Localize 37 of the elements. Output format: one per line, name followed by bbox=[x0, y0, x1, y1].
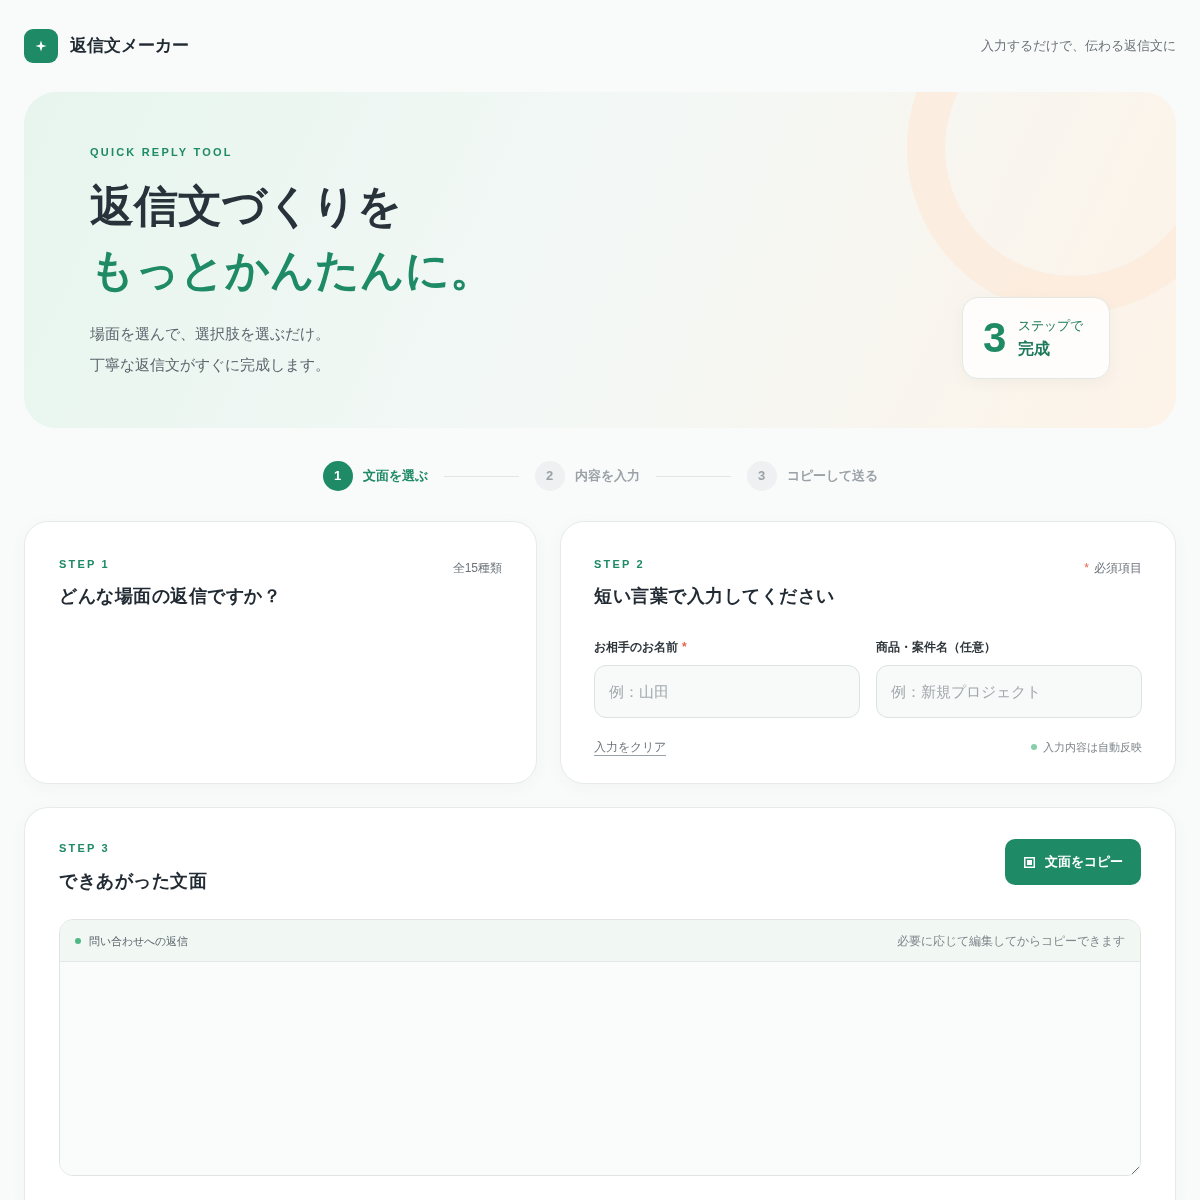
step-number: 1 bbox=[322, 461, 353, 491]
scene-count: 全15種類 bbox=[452, 560, 502, 576]
step-label: STEP 2 bbox=[594, 557, 645, 571]
status-dot-icon bbox=[1031, 744, 1037, 750]
square-icon bbox=[1023, 856, 1035, 868]
card-title: どんな場面の返信ですか？ bbox=[59, 585, 282, 608]
field-label: お相手のお名前 * bbox=[594, 639, 687, 655]
reply-textarea[interactable] bbox=[60, 962, 1140, 1175]
step-label: STEP 1 bbox=[59, 557, 110, 571]
step-number: 2 bbox=[534, 461, 565, 491]
step-number: 3 bbox=[746, 461, 777, 491]
step-label: STEP 3 bbox=[59, 841, 110, 855]
auto-update-note: 入力内容は自動反映 bbox=[1043, 740, 1142, 754]
text-input-field[interactable]: 例：新規プロジェクト bbox=[876, 665, 1142, 718]
card-title: できあがった文面 bbox=[59, 870, 208, 893]
clear-input-link[interactable]: 入力をクリア bbox=[594, 739, 666, 755]
step-name: 文面を選ぶ bbox=[362, 467, 428, 486]
sparkle-icon bbox=[24, 29, 58, 63]
reply-scene-label: 問い合わせへの返信 bbox=[89, 933, 188, 948]
status-dot-icon bbox=[75, 937, 81, 944]
edit-hint: 必要に応じて編集してからコピーできます bbox=[897, 932, 1125, 949]
copy-button[interactable]: 文面をコピー bbox=[1005, 839, 1141, 885]
step-count-caption: ステップで bbox=[1018, 316, 1084, 335]
tagline: 入力するだけで、伝わる返信文に bbox=[981, 37, 1176, 56]
required-note: * 必須項目 bbox=[1084, 560, 1142, 576]
text-input-field[interactable]: 例：山田 bbox=[594, 665, 860, 718]
card-title: 短い言葉で入力してください bbox=[594, 585, 836, 608]
app-title: 返信文メーカー bbox=[70, 35, 189, 58]
hero-title: 返信文づくりを bbox=[90, 180, 402, 232]
hero-title-highlight: もっとかんたんに。 bbox=[90, 244, 494, 296]
step-count-number: 3 bbox=[983, 317, 1007, 359]
step-count-label: 完成 bbox=[1018, 338, 1052, 359]
step-name: コピーして送る bbox=[786, 467, 878, 486]
hero-description: 場面を選んで、選択肢を選ぶだけ。 丁寧な返信文がすぐに完成します。 bbox=[90, 324, 330, 375]
step-name: 内容を入力 bbox=[574, 467, 640, 486]
field-label: 商品・案件名（任意） bbox=[876, 639, 996, 655]
hero-eyebrow: QUICK REPLY TOOL bbox=[90, 145, 233, 159]
